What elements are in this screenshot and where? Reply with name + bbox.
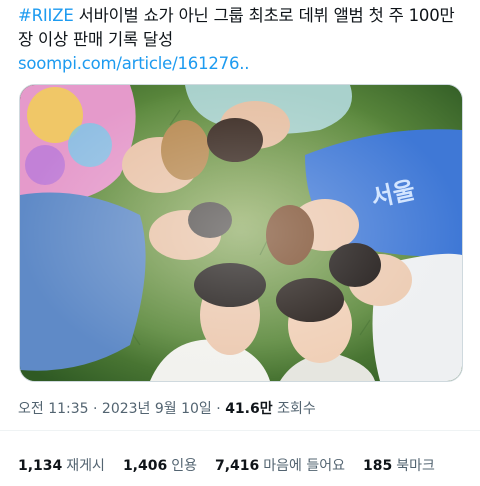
engagement-stats: 1,134 재게시 1,406 인용 7,416 마음에 들어요 185 북마크 — [18, 455, 435, 475]
view-label: 조회수 — [272, 401, 316, 417]
divider — [0, 430, 480, 431]
stat-count: 185 — [363, 458, 393, 474]
meta-separator: · — [88, 401, 102, 417]
stat-likes[interactable]: 7,416 마음에 들어요 — [215, 455, 345, 475]
article-link[interactable]: soompi.com/article/161276.. — [18, 54, 250, 73]
stat-reposts[interactable]: 1,134 재게시 — [18, 455, 105, 475]
stat-label: 마음에 들어요 — [263, 458, 346, 474]
stat-label: 북마크 — [396, 458, 435, 474]
tweet-text: #RIIZE 서바이벌 쇼가 아닌 그룹 최초로 데뷔 앨범 첫 주 100만 … — [18, 4, 468, 76]
stat-label: 인용 — [171, 458, 197, 474]
view-count: 41.6만 — [225, 401, 273, 417]
meta-separator: · — [211, 401, 226, 417]
tweet-meta: 오전 11:35 · 2023년 9월 10일 · 41.6만 조회수 — [18, 398, 316, 418]
tweet-body: 서바이벌 쇼가 아닌 그룹 최초로 데뷔 앨범 첫 주 100만 장 이상 판매… — [18, 6, 455, 49]
stat-label: 재게시 — [66, 458, 105, 474]
tweet-date[interactable]: 2023년 9월 10일 — [102, 401, 212, 417]
stat-count: 1,134 — [18, 458, 63, 474]
stat-count: 7,416 — [215, 458, 260, 474]
tweet-photo[interactable]: 서울 — [19, 84, 463, 382]
stat-quotes[interactable]: 1,406 인용 — [123, 455, 197, 475]
stat-bookmarks[interactable]: 185 북마크 — [363, 455, 435, 475]
hashtag-link[interactable]: #RIIZE — [18, 6, 74, 25]
tweet-time[interactable]: 오전 11:35 — [18, 401, 89, 417]
stat-count: 1,406 — [122, 458, 168, 474]
group-photo-image: 서울 — [20, 85, 462, 381]
